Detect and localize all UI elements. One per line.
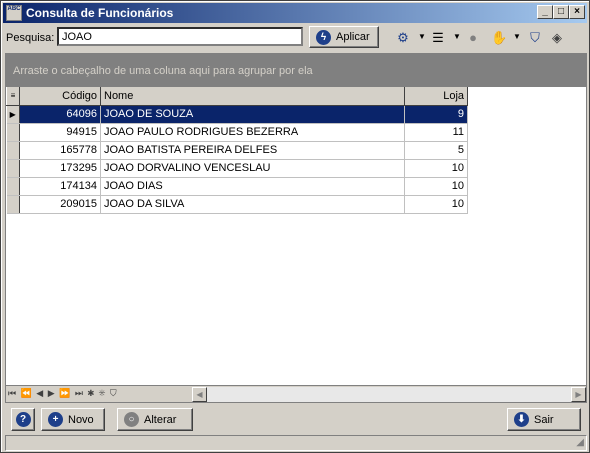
- status-bar: ◢: [5, 435, 587, 451]
- novo-button[interactable]: + Novo: [41, 408, 105, 431]
- app-icon: ABC: [6, 5, 22, 21]
- window-title: Consulta de Funcionários: [26, 6, 174, 20]
- chevron-down-icon[interactable]: ▼: [513, 32, 521, 41]
- row-indicator: [6, 177, 20, 196]
- minimize-button[interactable]: _: [537, 5, 553, 19]
- data-grid: Arraste o cabeçalho de uma coluna aqui p…: [5, 53, 587, 403]
- table-row[interactable]: 173295 JOAO DORVALINO VENCESLAU 10: [6, 159, 468, 178]
- export-icon[interactable]: ◈: [549, 30, 565, 46]
- exit-icon: ⬇: [514, 412, 529, 427]
- cell-loja[interactable]: 10: [404, 177, 468, 196]
- table-row[interactable]: 209015 JOAO DA SILVA 10: [6, 195, 468, 214]
- row-selector-header[interactable]: ≡: [6, 87, 20, 106]
- row-indicator: [6, 123, 20, 142]
- table-row[interactable]: 165778 JOAO BATISTA PEREIRA DELFES 5: [6, 141, 468, 160]
- hierarchy-icon[interactable]: ⚙: [395, 30, 411, 46]
- cell-codigo[interactable]: 174134: [19, 177, 101, 196]
- column-header-nome[interactable]: Nome: [100, 87, 405, 106]
- table-row[interactable]: ▶ 64096 JOAO DE SOUZA 9: [6, 105, 468, 124]
- bottom-toolbar: ? + Novo ○ Alterar ⬇ Sair: [3, 407, 587, 433]
- close-button[interactable]: ×: [569, 5, 585, 19]
- row-indicator: [6, 159, 20, 178]
- cell-codigo[interactable]: 209015: [19, 195, 101, 214]
- chevron-down-icon[interactable]: ▼: [418, 32, 426, 41]
- main-window: ABC Consulta de Funcionários _ □ × Pesqu…: [0, 0, 590, 453]
- apply-button[interactable]: ϟ Aplicar: [309, 26, 379, 48]
- cell-loja[interactable]: 10: [404, 159, 468, 178]
- cell-nome[interactable]: JOAO DE SOUZA: [100, 105, 405, 124]
- hand-icon[interactable]: ✋: [491, 30, 507, 46]
- cell-loja[interactable]: 5: [404, 141, 468, 160]
- filter-icon[interactable]: ⛉: [527, 30, 543, 46]
- table-row[interactable]: 174134 JOAO DIAS 10: [6, 177, 468, 196]
- row-indicator-icon: ▶: [6, 105, 20, 124]
- horizontal-scrollbar[interactable]: ◀ ▶: [192, 387, 586, 402]
- chevron-down-icon[interactable]: ▼: [453, 32, 461, 41]
- help-icon: ?: [15, 412, 31, 427]
- sair-label: Sair: [534, 413, 554, 426]
- cell-codigo[interactable]: 173295: [19, 159, 101, 178]
- scroll-right-icon[interactable]: ▶: [571, 387, 586, 402]
- apply-label: Aplicar: [336, 31, 370, 43]
- table-row[interactable]: 94915 JOAO PAULO RODRIGUES BEZERRA 11: [6, 123, 468, 142]
- search-label: Pesquisa:: [6, 32, 55, 44]
- group-by-panel[interactable]: Arraste o cabeçalho de uma coluna aqui p…: [6, 54, 586, 87]
- edit-icon: ○: [124, 412, 139, 427]
- sair-button[interactable]: ⬇ Sair: [507, 408, 581, 431]
- cell-loja[interactable]: 11: [404, 123, 468, 142]
- alterar-label: Alterar: [144, 413, 177, 426]
- cell-codigo[interactable]: 165778: [19, 141, 101, 160]
- cell-loja[interactable]: 9: [404, 105, 468, 124]
- columns-icon[interactable]: ☰: [430, 30, 446, 46]
- column-header-codigo[interactable]: Código: [19, 87, 101, 106]
- lightning-icon: ϟ: [316, 29, 331, 45]
- cell-nome[interactable]: JOAO DIAS: [100, 177, 405, 196]
- record-icon[interactable]: ●: [465, 30, 481, 46]
- search-input[interactable]: [57, 27, 303, 46]
- column-header-loja[interactable]: Loja: [404, 87, 468, 106]
- row-indicator: [6, 141, 20, 160]
- row-indicator: [6, 195, 20, 214]
- table-header-row: ≡ Código Nome Loja: [6, 87, 468, 106]
- cell-nome[interactable]: JOAO BATISTA PEREIRA DELFES: [100, 141, 405, 160]
- grid-navigator: ⏮ ⏪ ◀ ▶ ⏩ ⏭ ✱ ✳ ⛉ ◀ ▶: [6, 385, 586, 402]
- cell-loja[interactable]: 10: [404, 195, 468, 214]
- alterar-button[interactable]: ○ Alterar: [117, 408, 193, 431]
- cell-nome[interactable]: JOAO PAULO RODRIGUES BEZERRA: [100, 123, 405, 142]
- cell-nome[interactable]: JOAO DA SILVA: [100, 195, 405, 214]
- employees-table: ≡ Código Nome Loja ▶ 64096 JOAO DE SOUZA…: [6, 87, 468, 214]
- resize-grip-icon[interactable]: ◢: [576, 437, 584, 448]
- navigator-buttons[interactable]: ⏮ ⏪ ◀ ▶ ⏩ ⏭ ✱ ✳ ⛉: [8, 388, 118, 399]
- maximize-button[interactable]: □: [553, 5, 569, 19]
- cell-nome[interactable]: JOAO DORVALINO VENCESLAU: [100, 159, 405, 178]
- novo-label: Novo: [68, 413, 94, 426]
- cell-codigo[interactable]: 64096: [19, 105, 101, 124]
- help-button[interactable]: ?: [11, 408, 35, 431]
- scroll-left-icon[interactable]: ◀: [192, 387, 207, 402]
- plus-icon: +: [48, 412, 63, 427]
- cell-codigo[interactable]: 94915: [19, 123, 101, 142]
- search-toolbar: Pesquisa: ϟ Aplicar ⚙ ▼ ☰ ▼ ● ✋ ▼ ⛉ ◈: [3, 25, 587, 49]
- title-bar[interactable]: ABC Consulta de Funcionários _ □ ×: [3, 3, 587, 23]
